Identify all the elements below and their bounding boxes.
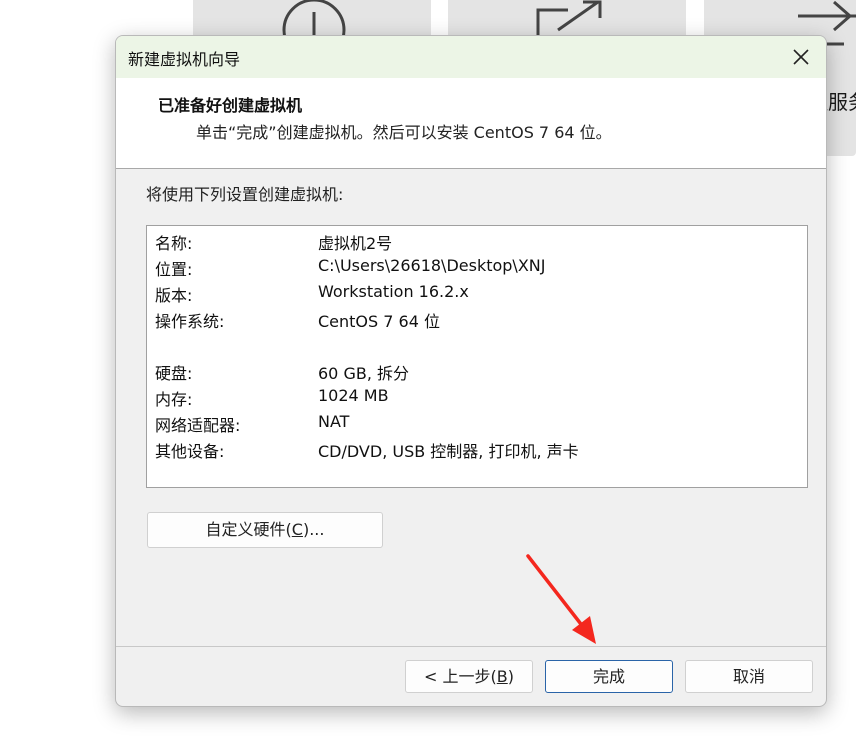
- summary-label: 内存:: [155, 390, 193, 409]
- settings-intro: 将使用下列设置创建虚拟机:: [146, 185, 344, 204]
- summary-value: 虚拟机2号: [318, 234, 393, 253]
- back-button[interactable]: < 上一步(B): [405, 660, 533, 693]
- summary-value: CentOS 7 64 位: [318, 312, 440, 331]
- button-label-prefix: 自定义硬件(: [205, 520, 292, 539]
- close-button[interactable]: [786, 42, 816, 72]
- summary-value: NAT: [318, 412, 350, 431]
- header-title: 已准备好创建虚拟机: [158, 96, 303, 115]
- summary-label: 网络适配器:: [155, 416, 241, 435]
- new-vm-wizard-dialog: 新建虚拟机向导 已准备好创建虚拟机 单击“完成”创建虚拟机。然后可以安装 Cen…: [115, 35, 827, 707]
- background-tile-create[interactable]: [193, 0, 431, 40]
- add-circle-icon: [282, 0, 346, 40]
- summary-label: 其他设备:: [155, 442, 225, 461]
- open-external-icon: [536, 0, 602, 40]
- settings-summary-box: 名称: 虚拟机2号 位置: C:\Users\26618\Desktop\XNJ…: [146, 225, 808, 488]
- footer-divider: [116, 646, 826, 647]
- background-tile-open[interactable]: [448, 0, 686, 40]
- summary-label: 操作系统:: [155, 312, 225, 331]
- button-label-prefix: < 上一步(: [424, 667, 497, 686]
- summary-label: 版本:: [155, 286, 193, 305]
- wizard-header: 已准备好创建虚拟机 单击“完成”创建虚拟机。然后可以安装 CentOS 7 64…: [116, 78, 826, 169]
- summary-label: 位置:: [155, 260, 193, 279]
- cancel-button[interactable]: 取消: [685, 660, 813, 693]
- summary-value: 60 GB, 拆分: [318, 364, 409, 383]
- summary-value: CD/DVD, USB 控制器, 打印机, 声卡: [318, 442, 579, 461]
- summary-value: C:\Users\26618\Desktop\XNJ: [318, 256, 546, 275]
- summary-label: 名称:: [155, 234, 193, 253]
- summary-value: Workstation 16.2.x: [318, 282, 469, 301]
- close-icon: [793, 49, 809, 65]
- title-bar[interactable]: 新建虚拟机向导: [116, 36, 826, 78]
- dialog-title: 新建虚拟机向导: [128, 50, 241, 69]
- summary-value: 1024 MB: [318, 386, 389, 405]
- button-accelerator-key: B: [496, 667, 508, 686]
- annotation-arrow-icon: [526, 554, 596, 644]
- customize-hardware-button[interactable]: 自定义硬件(C)...: [147, 512, 383, 548]
- button-label-suffix: )...: [302, 520, 325, 539]
- finish-button[interactable]: 完成: [545, 660, 673, 693]
- button-label-suffix: ): [507, 667, 514, 686]
- summary-label: 硬盘:: [155, 364, 193, 383]
- button-accelerator-key: C: [291, 520, 303, 539]
- header-subtitle: 单击“完成”创建虚拟机。然后可以安装 CentOS 7 64 位。: [196, 123, 612, 142]
